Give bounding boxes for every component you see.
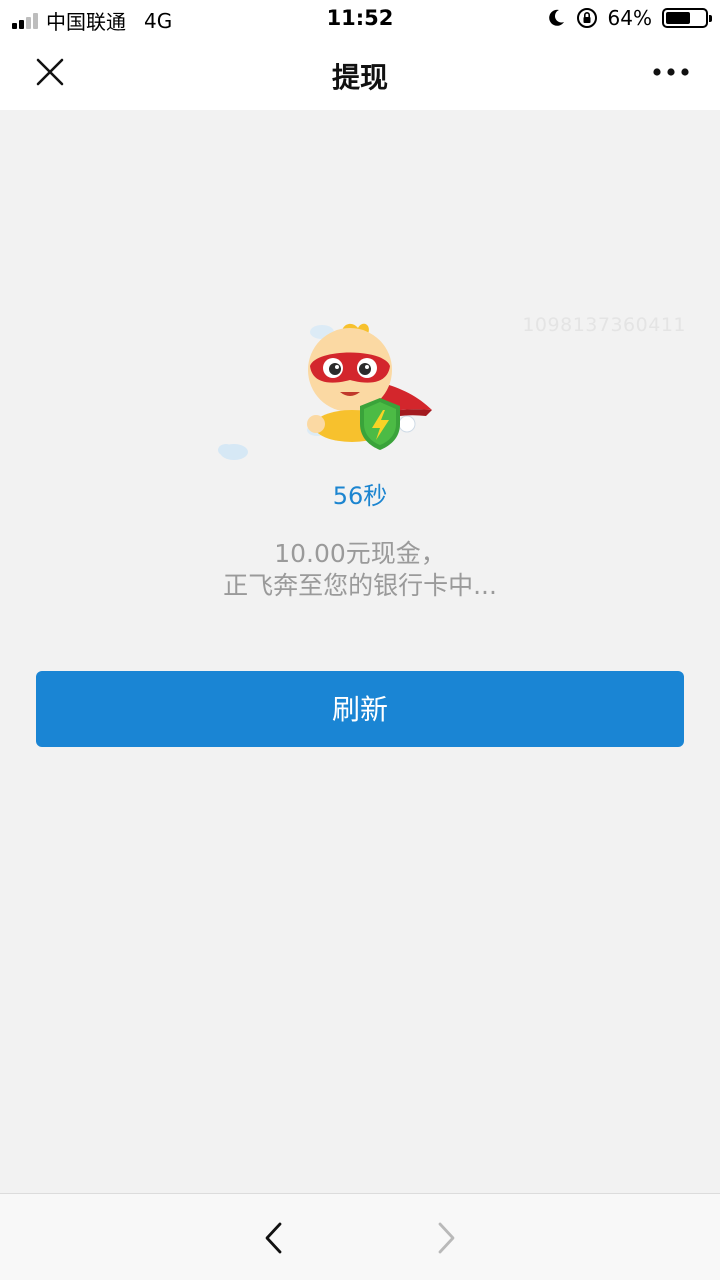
battery-percent: 64% <box>607 6 652 30</box>
bottom-nav-bar <box>0 1193 720 1280</box>
back-button[interactable] <box>256 1216 292 1260</box>
mascot-hero-icon <box>218 323 432 460</box>
withdraw-message-line2: 正飞奔至您的银行卡中... <box>223 571 497 600</box>
more-button[interactable] <box>646 50 696 94</box>
moon-icon <box>548 9 564 26</box>
status-bar: 中国联通 4G 11:52 64% <box>0 0 720 36</box>
forward-button[interactable] <box>428 1216 464 1260</box>
orientation-lock-icon <box>576 8 597 28</box>
close-icon <box>36 58 64 86</box>
nav-bar: 提现 <box>0 36 720 110</box>
more-icon <box>653 68 689 76</box>
watermark-text: 1098137360411 <box>522 314 686 336</box>
chevron-right-icon <box>438 1222 455 1254</box>
page-title: 提现 <box>331 61 388 94</box>
refresh-button[interactable]: 刷新 <box>36 671 684 747</box>
countdown-text: 56秒 <box>332 482 388 510</box>
status-right: 64% <box>546 6 712 30</box>
withdraw-message-line1: 10.00元现金， <box>274 539 446 568</box>
chevron-left-icon <box>265 1222 282 1254</box>
battery-icon <box>662 8 712 28</box>
close-button[interactable] <box>28 50 72 94</box>
